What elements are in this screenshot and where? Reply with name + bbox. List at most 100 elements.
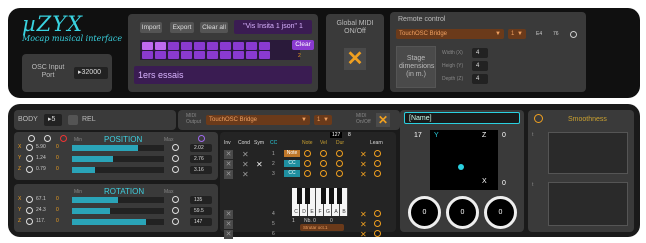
axis-max-value[interactable]: 3.16 bbox=[190, 166, 212, 174]
stage-height-input[interactable]: 4 bbox=[472, 61, 488, 71]
rotation-dial-y[interactable]: 0 bbox=[446, 196, 479, 229]
piano-black-key[interactable] bbox=[305, 188, 310, 204]
note-toggle[interactable] bbox=[304, 150, 311, 157]
preset-cell[interactable] bbox=[246, 51, 257, 59]
preset-cell[interactable] bbox=[155, 51, 166, 59]
preset-cell[interactable] bbox=[220, 51, 231, 59]
piano-black-key[interactable] bbox=[329, 188, 334, 204]
axis-max-value[interactable]: 2.02 bbox=[190, 144, 212, 152]
invert-toggle[interactable]: ✕ bbox=[224, 160, 233, 169]
learn-indicator[interactable] bbox=[374, 220, 381, 227]
axis-enable-toggle[interactable] bbox=[26, 196, 33, 203]
axis-max-value[interactable]: 59.5 bbox=[190, 207, 212, 215]
rel-toggle[interactable] bbox=[68, 115, 78, 125]
axis-range-slider[interactable] bbox=[72, 197, 164, 203]
axis-enable-toggle[interactable] bbox=[26, 155, 33, 162]
remote-channel-select[interactable]: 1 ▼ bbox=[508, 29, 526, 39]
learn-toggle[interactable]: ✕ bbox=[360, 170, 367, 179]
rotation-dial-z[interactable]: 0 bbox=[484, 196, 517, 229]
axis-enable-toggle[interactable] bbox=[26, 166, 33, 173]
global-midi-toggle[interactable]: ✕ bbox=[344, 48, 366, 70]
learn-toggle[interactable]: ✕ bbox=[360, 150, 367, 159]
preset-cell[interactable] bbox=[259, 51, 270, 59]
preset-cell[interactable] bbox=[259, 42, 270, 50]
axis-max-value[interactable]: 147 bbox=[190, 218, 212, 226]
invert-toggle[interactable]: ✕ bbox=[224, 220, 233, 229]
smoothness-graph-2[interactable] bbox=[548, 182, 628, 226]
preset-cell[interactable] bbox=[168, 42, 179, 50]
preset-cell[interactable] bbox=[194, 51, 205, 59]
note-type-button[interactable]: Note bbox=[284, 150, 300, 157]
axis-invert-toggle[interactable] bbox=[172, 207, 179, 214]
preset-cell[interactable] bbox=[220, 42, 231, 50]
condition-toggle[interactable]: ✕ bbox=[242, 150, 249, 159]
velocity-toggle[interactable] bbox=[320, 150, 327, 157]
axis-invert-toggle[interactable] bbox=[172, 196, 179, 203]
invert-toggle[interactable]: ✕ bbox=[224, 170, 233, 179]
axis-range-slider[interactable] bbox=[72, 145, 164, 151]
velocity-toggle[interactable] bbox=[320, 160, 327, 167]
learn-toggle[interactable]: ✕ bbox=[360, 210, 367, 219]
preset-cell[interactable] bbox=[168, 51, 179, 59]
clear-all-button[interactable]: Clear all bbox=[200, 22, 228, 33]
duration-toggle[interactable] bbox=[336, 170, 343, 177]
midi-output-device-select[interactable]: TouchOSC Bridge ▼ bbox=[206, 115, 310, 125]
piano-black-key[interactable] bbox=[337, 188, 342, 204]
name-input[interactable]: [Name] bbox=[404, 112, 520, 124]
learn-toggle[interactable]: ✕ bbox=[360, 160, 367, 169]
learn-indicator[interactable] bbox=[374, 160, 381, 167]
midi-output-channel-select[interactable]: 1 ▼ bbox=[314, 115, 332, 125]
learn-indicator[interactable] bbox=[374, 230, 381, 237]
piano-black-key[interactable] bbox=[321, 188, 326, 204]
learn-indicator[interactable] bbox=[374, 170, 381, 177]
preset-cell[interactable] bbox=[142, 42, 153, 50]
learn-indicator[interactable] bbox=[374, 210, 381, 217]
cc-type-button[interactable]: CC bbox=[284, 170, 300, 177]
rotation-dial-x[interactable]: 0 bbox=[408, 196, 441, 229]
preset-cell[interactable] bbox=[233, 51, 244, 59]
learn-indicator[interactable] bbox=[374, 150, 381, 157]
position-mode-toggle[interactable] bbox=[198, 135, 205, 142]
remote-device-select[interactable]: TouchOSC Bridge ▼ bbox=[396, 29, 504, 39]
position-record-toggle[interactable] bbox=[60, 135, 67, 142]
axis-enable-toggle[interactable] bbox=[26, 144, 33, 151]
learn-toggle[interactable]: ✕ bbox=[360, 230, 367, 239]
axis-enable-toggle[interactable] bbox=[26, 207, 33, 214]
axis-range-slider[interactable] bbox=[72, 167, 164, 173]
cc-type-button[interactable]: CC bbox=[284, 160, 300, 167]
duration-toggle[interactable] bbox=[336, 150, 343, 157]
axis-invert-toggle[interactable] bbox=[172, 155, 179, 162]
preset-cell[interactable] bbox=[246, 42, 257, 50]
preset-cell[interactable] bbox=[181, 51, 192, 59]
clear-button[interactable]: Clear bbox=[292, 40, 314, 50]
stage-width-input[interactable]: 4 bbox=[472, 48, 488, 58]
velocity-toggle[interactable] bbox=[320, 170, 327, 177]
scale-select[interactable]: Strutar oct.1 bbox=[300, 224, 344, 231]
position-toggle-2[interactable] bbox=[44, 135, 51, 142]
invert-toggle[interactable]: ✕ bbox=[224, 150, 233, 159]
preset-cell[interactable] bbox=[142, 51, 153, 59]
note-toggle[interactable] bbox=[304, 170, 311, 177]
preset-cell[interactable] bbox=[181, 42, 192, 50]
condition-toggle[interactable]: ✕ bbox=[242, 170, 249, 179]
condition-toggle[interactable]: ✕ bbox=[242, 160, 249, 169]
axis-range-slider[interactable] bbox=[72, 208, 164, 214]
learn-toggle[interactable]: ✕ bbox=[360, 220, 367, 229]
export-button[interactable]: Export bbox=[170, 22, 194, 33]
preset-cell[interactable] bbox=[233, 42, 244, 50]
preset-cell[interactable] bbox=[207, 42, 218, 50]
invert-toggle[interactable]: ✕ bbox=[224, 210, 233, 219]
preset-cell[interactable] bbox=[155, 42, 166, 50]
import-button[interactable]: Import bbox=[140, 22, 162, 33]
xyz-plot[interactable]: Y Z X bbox=[430, 130, 498, 190]
axis-invert-toggle[interactable] bbox=[172, 166, 179, 173]
axis-max-value[interactable]: 2.76 bbox=[190, 155, 212, 163]
axis-invert-toggle[interactable] bbox=[172, 218, 179, 225]
smoothness-toggle[interactable] bbox=[534, 114, 543, 123]
axis-invert-toggle[interactable] bbox=[172, 144, 179, 151]
symmetry-toggle[interactable]: ✕ bbox=[256, 160, 263, 169]
axis-max-value[interactable]: 135 bbox=[190, 196, 212, 204]
midi-output-toggle[interactable]: ✕ bbox=[376, 113, 390, 127]
invert-toggle[interactable]: ✕ bbox=[224, 230, 233, 239]
note-toggle[interactable] bbox=[304, 160, 311, 167]
